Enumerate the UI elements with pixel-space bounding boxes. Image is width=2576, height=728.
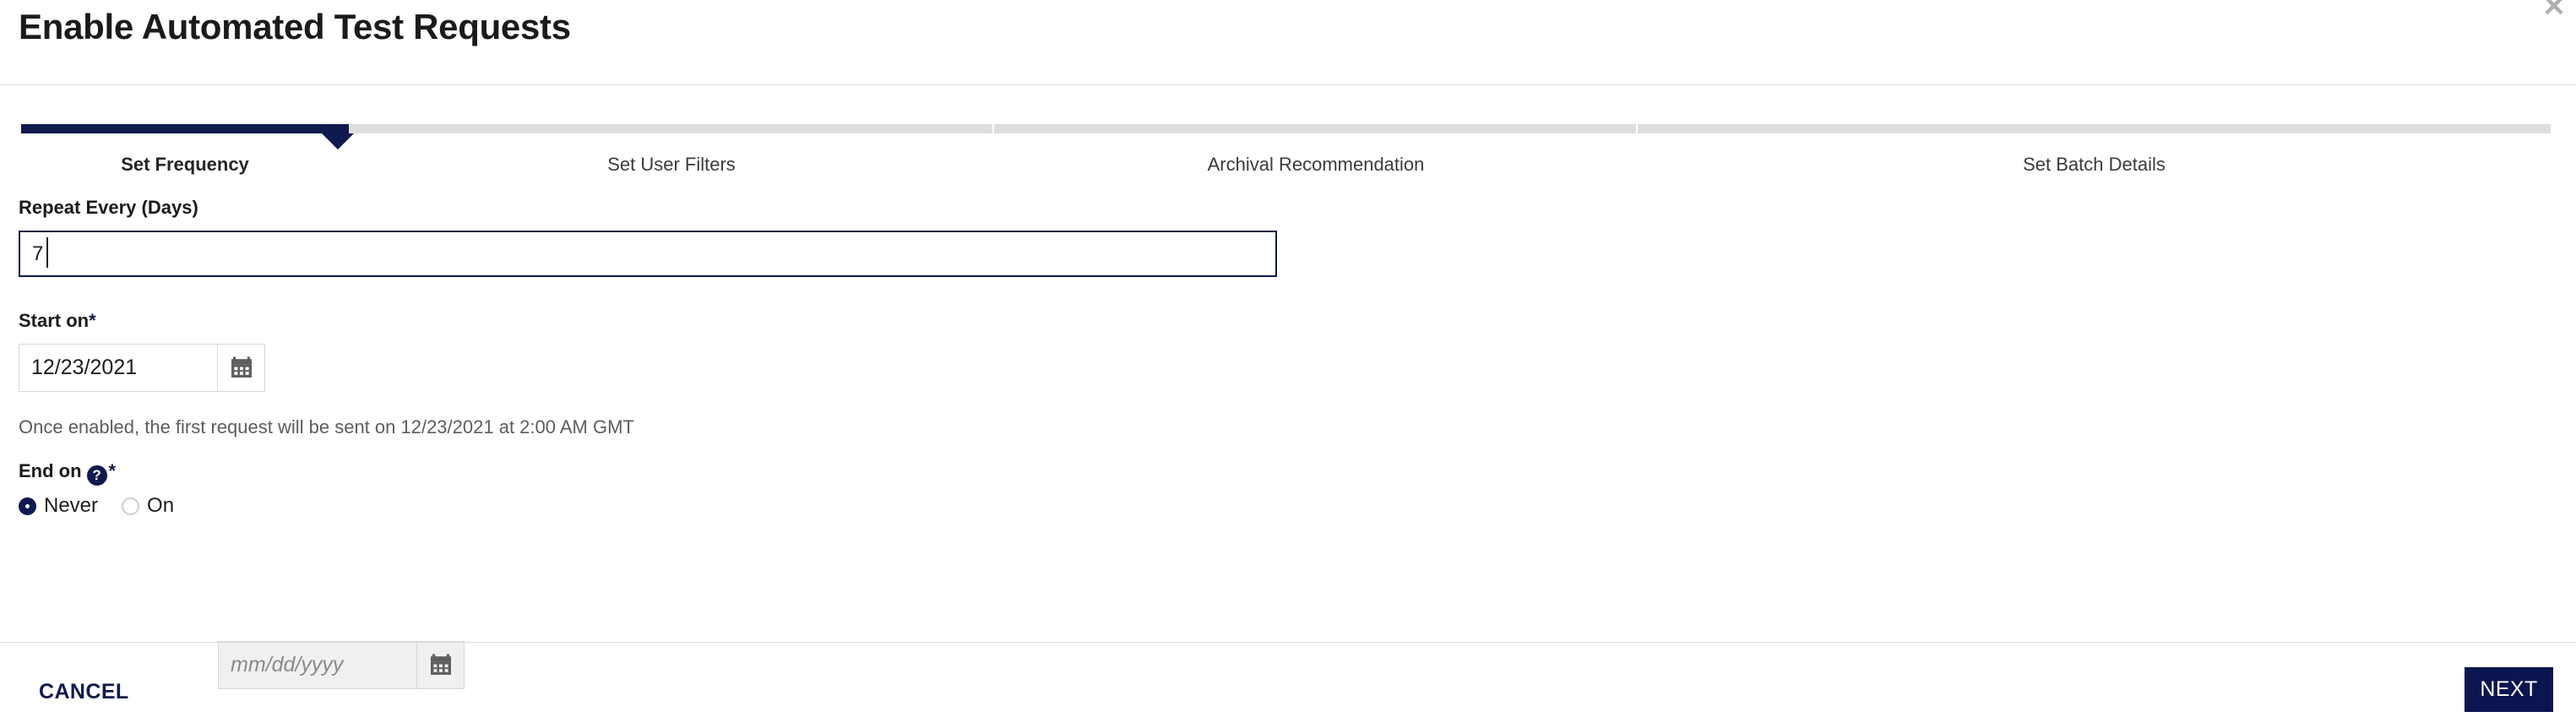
page-title: Enable Automated Test Requests [19, 7, 571, 46]
required-asterisk: * [108, 460, 117, 481]
cancel-button[interactable]: CANCEL [39, 680, 129, 704]
end-on-label: End on? * [19, 460, 116, 486]
required-asterisk: * [89, 310, 96, 331]
start-on-label-text: Start on [19, 310, 90, 331]
next-button[interactable]: NEXT [2465, 667, 2553, 712]
end-on-date-input[interactable] [218, 641, 417, 689]
repeat-every-input[interactable] [19, 231, 1277, 277]
stepper-segment-set-batch-details[interactable] [1638, 124, 2551, 133]
tab-set-user-filters[interactable]: Set User Filters [349, 154, 994, 176]
help-icon[interactable]: ? [86, 465, 107, 486]
first-request-hint: Once enabled, the first request will be … [19, 416, 634, 437]
stepper-segment-archival-recommendation[interactable] [994, 124, 1638, 133]
radio-on-label: On [147, 494, 175, 517]
end-on-calendar-button[interactable] [417, 641, 465, 689]
stepper-progress-track [21, 124, 2551, 133]
wizard-stepper: Set Frequency Set User Filters Archival … [0, 101, 2576, 182]
footer-divider [0, 642, 2576, 643]
text-caret [46, 237, 48, 268]
radio-never-label: Never [44, 494, 99, 517]
calendar-icon [430, 654, 451, 675]
enable-automated-test-requests-dialog: Enable Automated Test Requests ✕ Set Fre… [0, 0, 2576, 728]
radio-never-indicator[interactable] [19, 497, 36, 515]
repeat-every-label: Repeat Every (Days) [19, 197, 198, 218]
tab-set-batch-details[interactable]: Set Batch Details [1638, 154, 2551, 176]
start-on-date-input[interactable] [19, 344, 218, 392]
radio-never[interactable]: Never [19, 494, 98, 518]
stepper-active-pointer [322, 133, 354, 149]
end-on-radio-group: Never On [19, 491, 198, 521]
radio-on-indicator[interactable] [122, 497, 140, 515]
header-divider [0, 84, 2576, 85]
close-icon[interactable]: ✕ [2541, 0, 2568, 21]
end-on-label-text: End on [19, 460, 82, 481]
end-on-date-group [218, 641, 465, 689]
tab-archival-recommendation[interactable]: Archival Recommendation [994, 154, 1638, 176]
start-on-calendar-button[interactable] [218, 344, 265, 392]
calendar-icon [231, 356, 252, 378]
stepper-labels: Set Frequency Set User Filters Archival … [21, 154, 2551, 176]
start-on-date-group [19, 344, 265, 392]
radio-on[interactable]: On [122, 494, 174, 518]
dialog-header: Enable Automated Test Requests ✕ [0, 0, 2576, 84]
dialog-body: Repeat Every (Days) Start on* [0, 182, 2576, 689]
tab-set-frequency[interactable]: Set Frequency [21, 154, 349, 176]
stepper-segment-set-user-filters[interactable] [349, 124, 994, 133]
stepper-segment-set-frequency[interactable] [21, 124, 349, 133]
start-on-label: Start on* [19, 310, 96, 332]
